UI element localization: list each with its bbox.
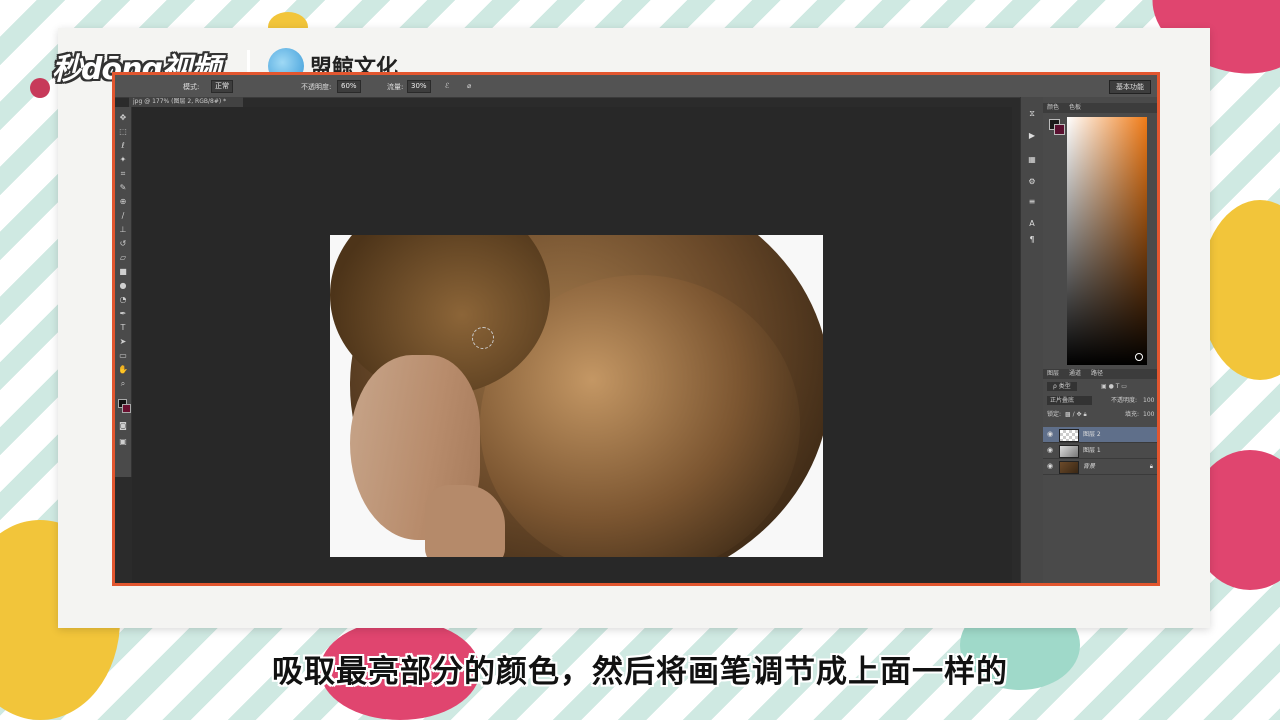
pen-tool-icon[interactable]: ✒: [118, 309, 128, 319]
dodge-tool-icon[interactable]: ◔: [118, 295, 128, 305]
background-color-swatch[interactable]: [122, 404, 131, 413]
tools-panel: ✥ ⬚ ℓ ✦ ⌗ ✎ ⊕ ∕ ⊥ ↺ ▱ ■ ● ◔ ✒ T ➤ ▭ ✋ ⌕ …: [115, 107, 132, 477]
fill-input[interactable]: 100: [1143, 409, 1154, 421]
layer-opacity-input[interactable]: 100: [1143, 395, 1154, 407]
quick-select-icon[interactable]: ✦: [118, 155, 128, 165]
airbrush-icon[interactable]: ℰ: [445, 82, 449, 90]
tab-channels[interactable]: 通道: [1069, 369, 1081, 379]
tab-paths[interactable]: 路径: [1091, 369, 1103, 379]
layer-filter-row: ρ 类型 ▣ ● T ▭: [1043, 381, 1157, 393]
hair-photo[interactable]: [330, 235, 823, 557]
layer-name: 背景: [1083, 463, 1096, 470]
pressure-icon[interactable]: ⌀: [467, 82, 471, 90]
eraser-tool-icon[interactable]: ▱: [118, 253, 128, 263]
layer-row[interactable]: ◉ 图层 2: [1043, 427, 1157, 443]
gradient-tool-icon[interactable]: ■: [118, 267, 128, 277]
neck: [425, 485, 505, 557]
lock-label: 锁定:: [1047, 411, 1062, 418]
move-tool-icon[interactable]: ✥: [118, 113, 128, 123]
opacity-input[interactable]: 60%: [337, 80, 361, 93]
layer-row[interactable]: ◉ 背景 🔒︎: [1043, 459, 1157, 475]
tab-swatches[interactable]: 色板: [1069, 103, 1081, 113]
blur-tool-icon[interactable]: ●: [118, 281, 128, 291]
lock-icons[interactable]: ▩ ∕ ✥ 🔒︎: [1065, 409, 1087, 421]
history-icon[interactable]: ⧖: [1027, 109, 1037, 119]
path-select-icon[interactable]: ➤: [118, 337, 128, 347]
mode-select[interactable]: 正常: [211, 80, 233, 93]
layer-name: 图层 1: [1083, 447, 1101, 454]
canvas-area[interactable]: [132, 107, 1012, 583]
properties-icon[interactable]: ≡: [1027, 197, 1037, 207]
quick-mask-icon[interactable]: ◙: [118, 421, 128, 431]
opacity-label: 不透明度:: [301, 83, 332, 91]
brush-cursor: [472, 327, 494, 349]
yellow-splash: [1200, 200, 1280, 380]
adjustments-icon[interactable]: ⚙: [1027, 177, 1037, 187]
subtitle-caption: 吸取最亮部分的颜色，然后将画笔调节成上面一样的: [272, 654, 1008, 690]
right-panels: 颜色 色板 图层 通道 路径 ρ 类型 ▣ ● T ▭ 正片叠底 不透明度: 1…: [1043, 97, 1157, 583]
lasso-tool-icon[interactable]: ℓ: [118, 141, 128, 151]
character-icon[interactable]: A: [1027, 219, 1037, 229]
type-tool-icon[interactable]: T: [118, 323, 128, 333]
history-brush-icon[interactable]: ↺: [118, 239, 128, 249]
lock-row: 锁定: ▩ ∕ ✥ 🔒︎ 填充: 100: [1043, 409, 1157, 421]
swatches-icon[interactable]: ▦: [1027, 155, 1037, 165]
color-picker-cursor[interactable]: [1135, 353, 1143, 361]
eye-icon[interactable]: ◉: [1047, 459, 1053, 474]
healing-brush-icon[interactable]: ⊕: [118, 197, 128, 207]
hand-tool-icon[interactable]: ✋: [118, 365, 128, 375]
eye-icon[interactable]: ◉: [1047, 443, 1053, 458]
pink-dot: [30, 78, 50, 98]
screen-mode-icon[interactable]: ▣: [118, 437, 128, 447]
layer-row[interactable]: ◉ 图层 1: [1043, 443, 1157, 459]
blend-mode-select[interactable]: 正片叠底: [1047, 396, 1093, 405]
flow-input[interactable]: 30%: [407, 80, 431, 93]
tab-color[interactable]: 颜色: [1047, 103, 1059, 113]
actions-icon[interactable]: ▶: [1027, 131, 1037, 141]
fill-label: 填充:: [1125, 411, 1140, 418]
flow-label: 流量:: [387, 83, 404, 91]
mode-label: 模式:: [183, 83, 200, 91]
brush-tool-icon[interactable]: ∕: [118, 211, 128, 221]
zoom-tool-icon[interactable]: ⌕: [118, 379, 128, 389]
crop-tool-icon[interactable]: ⌗: [118, 169, 128, 179]
shape-tool-icon[interactable]: ▭: [118, 351, 128, 361]
layer-thumbnail: [1059, 429, 1079, 442]
blend-row: 正片叠底 不透明度: 100: [1043, 395, 1157, 407]
eyedropper-icon[interactable]: ✎: [118, 183, 128, 193]
stamp-tool-icon[interactable]: ⊥: [118, 225, 128, 235]
panel-dock: ⧖ ▶ ▦ ⚙ ≡ A ¶: [1020, 97, 1044, 583]
layers-panel-tabs: 图层 通道 路径: [1043, 369, 1157, 379]
filter-icons[interactable]: ▣ ● T ▭: [1101, 381, 1127, 393]
eye-icon[interactable]: ◉: [1047, 427, 1053, 442]
paragraph-icon[interactable]: ¶: [1027, 235, 1037, 245]
color-background-swatch[interactable]: [1054, 124, 1065, 135]
layer-opacity-label: 不透明度:: [1111, 397, 1138, 404]
layer-thumbnail: [1059, 461, 1079, 474]
layer-thumbnail: [1059, 445, 1079, 458]
marquee-tool-icon[interactable]: ⬚: [118, 127, 128, 137]
options-bar: 模式: 正常 不透明度: 60% 流量: 30% ℰ ⌀ 基本功能: [115, 75, 1157, 98]
layer-filter-select[interactable]: ρ 类型: [1047, 382, 1077, 391]
workspace-button[interactable]: 基本功能: [1109, 80, 1151, 94]
color-panel-tabs: 颜色 色板: [1043, 103, 1157, 113]
tab-layers[interactable]: 图层: [1047, 369, 1059, 379]
document-tab[interactable]: jpg @ 177% (图层 2, RGB/8#) *: [129, 97, 243, 107]
lock-icon: 🔒︎: [1149, 463, 1153, 470]
layer-name: 图层 2: [1083, 431, 1101, 438]
photoshop-window: 模式: 正常 不透明度: 60% 流量: 30% ℰ ⌀ 基本功能 jpg @ …: [112, 72, 1160, 586]
color-picker-field[interactable]: [1067, 117, 1147, 365]
